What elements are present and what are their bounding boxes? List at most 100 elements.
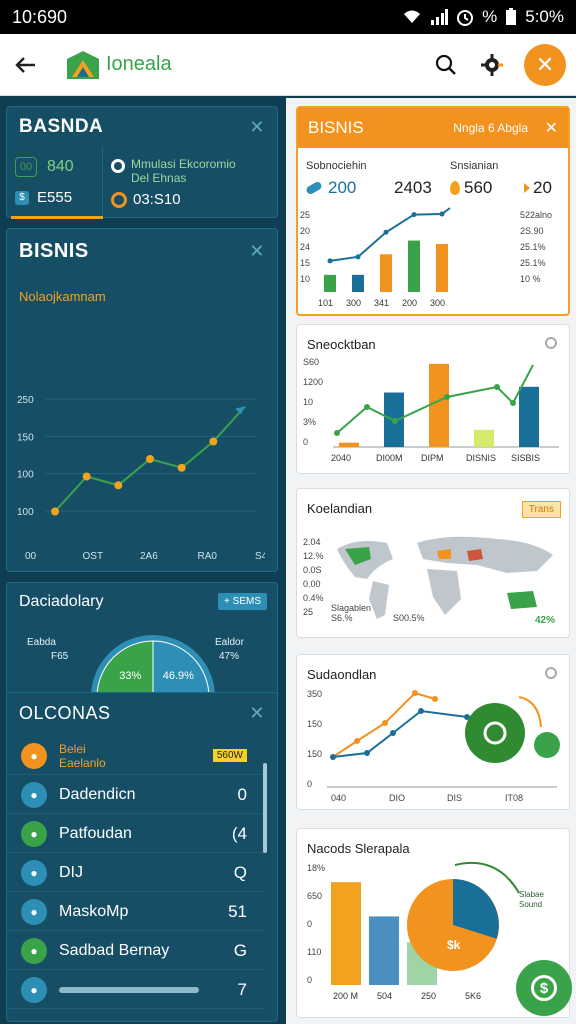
money-icon: ● (21, 937, 47, 964)
map-badge[interactable]: Trans (521, 501, 561, 518)
coin-icon: ● (21, 742, 47, 769)
y-tick-label: 15 (300, 258, 310, 268)
distribution-title: Daciadolary (19, 593, 104, 610)
battery-text: 5:0% (525, 7, 564, 26)
x-tick-label: OST (83, 551, 104, 559)
gear-icon: ● (21, 820, 47, 847)
x-tick-label: 300 (430, 298, 445, 308)
clock-icon (111, 191, 127, 208)
data-point (51, 507, 59, 516)
data-point (390, 730, 396, 736)
close-icon[interactable]: ✕ (545, 118, 558, 138)
x-tick-label: 2040 (331, 453, 351, 463)
map-card-title: Koelandian (307, 501, 373, 516)
stat1-value: 840 (47, 158, 74, 175)
x-tick-label: 300 (346, 298, 361, 308)
stat-a-value2: 2403 (394, 178, 432, 197)
list-item[interactable]: ● Sadbad Bernay G (7, 932, 265, 970)
x-tick-label: 5K6 (465, 991, 481, 1001)
right-tick-label: 522alno (520, 210, 552, 220)
stat-a-value: 200 (328, 178, 357, 197)
stat-b-label: Snsianian (450, 160, 499, 172)
data-point (382, 720, 388, 726)
callout-label: Slabae (519, 890, 544, 899)
back-button[interactable] (10, 49, 42, 81)
map-footnote: S00.5% (393, 613, 425, 623)
data-point (177, 463, 186, 472)
arrow-left-icon (15, 56, 35, 73)
list-item[interactable]: ● Dadendicn 0 (7, 776, 265, 814)
bar (339, 442, 359, 447)
list-item-label-line: Belei (59, 741, 86, 756)
settings-icon: ● (21, 898, 47, 925)
distribution-badge[interactable]: + SEMS (218, 593, 267, 610)
data-point (439, 211, 445, 217)
y-tick-label: 250 (17, 395, 34, 406)
y-tick-label: 18% (307, 863, 325, 873)
list-item[interactable]: ● 7 (7, 971, 265, 1009)
y-tick-label: 0 (307, 919, 312, 929)
info-icon[interactable] (545, 337, 557, 349)
info-icon[interactable] (545, 667, 557, 679)
left-column: BASNDA ✕ 00 840 $ E555 Mmulasi Ekcoromio… (0, 98, 286, 1024)
list-item-label: Patfoudan (59, 824, 132, 842)
scrollbar[interactable] (263, 763, 267, 853)
bisnis-card-title: BISNIS (19, 239, 89, 262)
y-tick-label: 0 (307, 975, 312, 985)
x-tick-label: DIS (447, 793, 462, 803)
stat1-sub: Del Ehnas (131, 171, 187, 185)
close-button[interactable]: ✕ (524, 43, 566, 86)
data-point (494, 384, 500, 390)
cog-icon: ● (21, 976, 47, 1003)
list-item-label: DIJ (59, 863, 83, 881)
list-item[interactable]: ● DIJ Q (7, 854, 265, 892)
currency-fab[interactable]: $ (516, 960, 572, 1016)
y-tick-label: 100 (17, 507, 34, 518)
list-item[interactable]: ● Belei Eaelanlo 560W (7, 737, 265, 775)
bar (408, 240, 420, 292)
y-tick-label: 0.4% (303, 593, 324, 603)
alarm-icon (457, 10, 474, 26)
battery-icon (506, 8, 517, 25)
list-item-count: 51 (228, 901, 247, 921)
pie-label: $k (447, 938, 461, 952)
y-tick-label: 350 (307, 689, 322, 699)
olconas-list: ● Belei Eaelanlo 560W ● Dadendicn 0 ● Patfoudan (… (7, 737, 279, 1023)
close-icon[interactable]: ✕ (249, 117, 265, 138)
stat-row-1: 00 840 (15, 157, 74, 177)
bisnis-subtitle: Nolaojkamnam (19, 289, 106, 304)
x-tick-label: RA0 (198, 551, 218, 559)
y-tick-label: S60 (303, 357, 319, 367)
line-chart: 250 150 100 100 00 OST 2A6 RA0 S40 (17, 395, 265, 559)
trend-line-chart: 350 150 150 0 040 DIO DIS IT08 (307, 689, 560, 803)
stat-a-row: 200 (305, 178, 357, 198)
bisnis-summary-subtitle: Nngla 6 Abgla (453, 121, 528, 135)
y-tick-label: 25 (300, 210, 310, 220)
stat-block-left: 00 840 $ E555 (7, 147, 103, 219)
close-icon[interactable]: ✕ (249, 241, 265, 262)
map-footnote: S6.% (331, 613, 353, 623)
summary-card-header: BASNDA ✕ (7, 107, 277, 147)
status-icons: % 5:0% (402, 7, 564, 27)
bar (429, 363, 449, 447)
close-icon[interactable]: ✕ (249, 703, 265, 724)
right-column: BISNIS Nngla 6 Abgla ✕ Sobnociehin 200 2… (286, 98, 576, 1024)
gear-icon (481, 53, 503, 76)
bar (324, 274, 336, 292)
app-title: Ioneala (106, 53, 172, 75)
bar (519, 386, 539, 447)
list-item[interactable]: ● MaskoMp 51 (7, 893, 265, 931)
y-tick-label: 650 (307, 891, 322, 901)
series-line (332, 709, 468, 758)
list-item[interactable]: ● Patfoudan (4 (7, 815, 265, 853)
settings-button[interactable] (478, 51, 506, 79)
globe-icon: ● (21, 781, 47, 808)
data-point (334, 430, 340, 436)
list-item-count: G (233, 940, 247, 960)
search-button[interactable] (432, 51, 460, 79)
data-point (209, 437, 218, 446)
x-tick-label: DIO (389, 793, 405, 803)
app-logo (67, 50, 99, 79)
stat-b-row2: 20 (524, 178, 552, 198)
y-tick-label: 1200 (303, 377, 323, 387)
